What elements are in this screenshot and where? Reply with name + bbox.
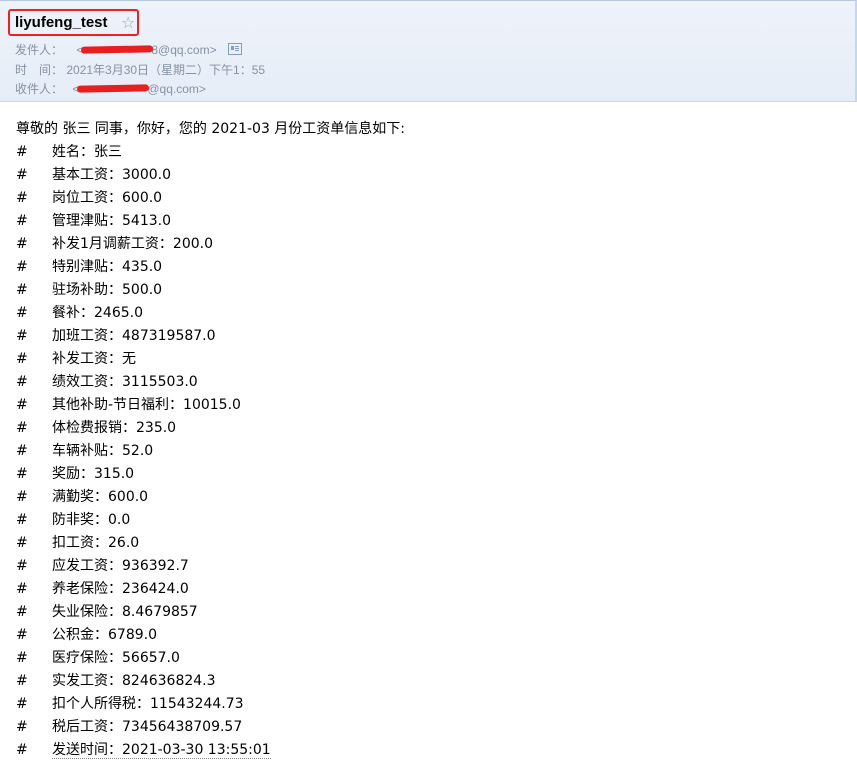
from-address-tail[interactable]: 8@qq.com> (151, 43, 216, 57)
mail-subject: liyufeng_test (15, 14, 108, 31)
row-hash: # (16, 512, 28, 528)
salary-row: # 失业保险：8.4679857 (16, 601, 405, 624)
row-hash: # (16, 466, 28, 482)
contact-card-icon[interactable] (227, 43, 242, 55)
salary-row: # 补发1月调薪工资：200.0 (16, 233, 405, 256)
row-hash: # (16, 489, 28, 505)
star-icon[interactable]: ☆ (121, 13, 135, 32)
row-text: 医疗保险：56657.0 (52, 650, 180, 666)
row-text: 应发工资：936392.7 (52, 558, 189, 574)
salary-row: # 发送时间：2021-03-30 13:55:01 (16, 739, 405, 762)
row-hash: # (16, 397, 28, 413)
from-row: 发件人： <████████8@qq.com> (15, 41, 242, 58)
row-hash: # (16, 558, 28, 574)
row-text: 岗位工资：600.0 (52, 190, 163, 206)
row-hash: # (16, 351, 28, 367)
salary-row: # 绩效工资：3115503.0 (16, 371, 405, 394)
salary-row: # 扣个人所得税：11543244.73 (16, 693, 405, 716)
salary-row: # 基本工资：3000.0 (16, 164, 405, 187)
salary-row: # 加班工资：487319587.0 (16, 325, 405, 348)
salary-row: # 防非奖：0.0 (16, 509, 405, 532)
from-redacted: ████████ (81, 43, 154, 57)
time-value: 2021年3月30日（星期二）下午1：55 (66, 63, 266, 77)
row-hash: # (16, 420, 28, 436)
row-hash: # (16, 190, 28, 206)
row-text: 扣个人所得税：11543244.73 (52, 696, 244, 712)
row-hash: # (16, 282, 28, 298)
row-text: 其他补助-节日福利：10015.0 (52, 397, 241, 413)
salary-row: # 岗位工资：600.0 (16, 187, 405, 210)
salary-row: # 驻场补助：500.0 (16, 279, 405, 302)
row-text: 补发工资：无 (52, 351, 136, 367)
row-text: 满勤奖：600.0 (52, 489, 149, 505)
row-hash: # (16, 719, 28, 735)
salary-row: # 姓名：张三 (16, 141, 405, 164)
row-hash: # (16, 650, 28, 666)
row-text: 实发工资：824636824.3 (52, 673, 216, 689)
time-row: 时 间： 2021年3月30日（星期二）下午1：55 (15, 61, 265, 78)
row-text: 养老保险：236424.0 (52, 581, 189, 597)
row-text: 绩效工资：3115503.0 (52, 374, 198, 390)
row-hash: # (16, 305, 28, 321)
row-text: 加班工资：487319587.0 (52, 328, 216, 344)
row-text: 防非奖：0.0 (52, 512, 131, 528)
salary-row: # 体检费报销：235.0 (16, 417, 405, 440)
salary-row: # 特别津贴：435.0 (16, 256, 405, 279)
salary-row: # 税后工资：73456438709.57 (16, 716, 405, 739)
row-text: 餐补：2465.0 (52, 305, 143, 321)
salary-row: # 餐补：2465.0 (16, 302, 405, 325)
salary-row: # 补发工资：无 (16, 348, 405, 371)
salary-row: # 车辆补贴：52.0 (16, 440, 405, 463)
row-text: 姓名：张三 (52, 144, 122, 160)
row-text: 基本工资：3000.0 (52, 167, 171, 183)
salary-row: # 扣工资：26.0 (16, 532, 405, 555)
mail-header: liyufeng_test ☆ 发件人： <████████8@qq.com> … (0, 0, 857, 102)
row-hash: # (16, 627, 28, 643)
salary-row: # 养老保险：236424.0 (16, 578, 405, 601)
row-text: 特别津贴：435.0 (52, 259, 163, 275)
salary-row: # 其他补助-节日福利：10015.0 (16, 394, 405, 417)
row-text: 公积金：6789.0 (52, 627, 157, 643)
salary-row: # 奖励：315.0 (16, 463, 405, 486)
row-hash: # (16, 328, 28, 344)
row-text: 失业保险：8.4679857 (52, 604, 198, 620)
to-label: 收件人： (15, 82, 64, 96)
row-hash: # (16, 374, 28, 390)
salary-row: # 实发工资：824636824.3 (16, 670, 405, 693)
row-text: 管理津贴：5413.0 (52, 213, 171, 229)
row-hash: # (16, 604, 28, 620)
row-hash: # (16, 742, 28, 758)
row-hash: # (16, 673, 28, 689)
time-label: 时 间： (15, 63, 64, 77)
salary-row: # 公积金：6789.0 (16, 624, 405, 647)
row-text: 奖励：315.0 (52, 466, 135, 482)
row-text: 发送时间：2021-03-30 13:55:01 (52, 742, 271, 759)
salary-row: # 满勤奖：600.0 (16, 486, 405, 509)
row-hash: # (16, 236, 28, 252)
row-text: 税后工资：73456438709.57 (52, 719, 243, 735)
to-redacted: ████████ (77, 82, 150, 96)
salary-row: # 医疗保险：56657.0 (16, 647, 405, 670)
row-hash: # (16, 144, 28, 160)
row-text: 扣工资：26.0 (52, 535, 140, 551)
mail-body: 尊敬的 张三 同事，你好，您的 2021-03 月份工资单信息如下: # 姓名：张… (16, 118, 405, 762)
row-hash: # (16, 696, 28, 712)
to-address-tail[interactable]: @qq.com> (147, 82, 206, 96)
to-row: 收件人： <████████@qq.com> (15, 80, 206, 97)
row-hash: # (16, 581, 28, 597)
row-hash: # (16, 535, 28, 551)
row-hash: # (16, 167, 28, 183)
row-text: 补发1月调薪工资：200.0 (52, 236, 213, 252)
row-hash: # (16, 213, 28, 229)
row-text: 车辆补贴：52.0 (52, 443, 154, 459)
row-hash: # (16, 259, 28, 275)
row-hash: # (16, 443, 28, 459)
salary-row: # 管理津贴：5413.0 (16, 210, 405, 233)
greeting-line: 尊敬的 张三 同事，你好，您的 2021-03 月份工资单信息如下: (16, 121, 406, 137)
row-text: 体检费报销：235.0 (52, 420, 177, 436)
salary-row: # 应发工资：936392.7 (16, 555, 405, 578)
row-text: 驻场补助：500.0 (52, 282, 163, 298)
from-label: 发件人： (15, 43, 64, 57)
